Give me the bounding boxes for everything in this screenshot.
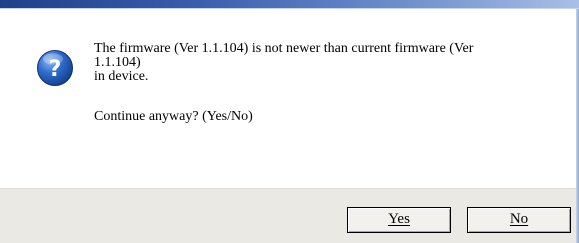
prompt-text: Continue anyway? (Yes/No) [94,109,253,124]
yes-button[interactable]: Yes [347,207,451,233]
dialog-body: ? The firmware (Ver 1.1.104) is not newe… [0,9,576,188]
confirm-dialog: ? The firmware (Ver 1.1.104) is not newe… [0,0,579,243]
message-line: The firmware (Ver 1.1.104) is not newer … [94,41,474,56]
yes-button-label: Yes [388,211,410,227]
message-text: The firmware (Ver 1.1.104) is not newer … [94,42,554,84]
message-line: in device. [94,69,149,84]
no-button[interactable]: No [467,207,571,233]
button-bar: Yes No [0,188,576,243]
svg-text:?: ? [49,57,62,82]
message-line: 1.1.104) [94,55,141,70]
title-bar[interactable] [0,0,579,9]
question-icon: ? [36,49,74,87]
no-button-label: No [509,211,529,227]
